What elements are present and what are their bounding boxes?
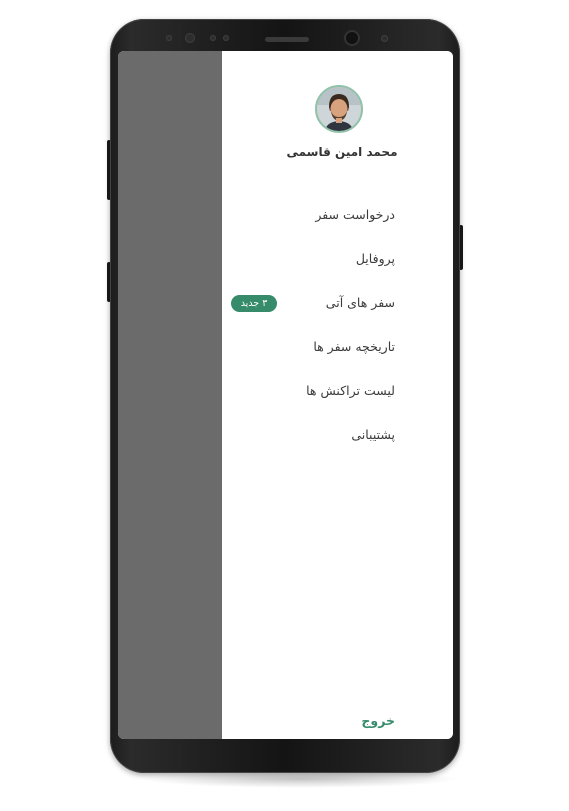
menu-item-profile[interactable]: پروفایل [356,251,395,266]
logout-button[interactable]: خروج [361,713,395,728]
user-name: محمد امین قاسمی [286,145,398,159]
menu-item-trip-history[interactable]: تاریخچه سفر ها [313,339,395,354]
menu-item-support[interactable]: پشتیبانی [351,427,395,442]
new-count-badge: ۳ جدید [231,295,277,312]
phone-sensor [381,35,388,42]
phone-speaker [265,37,309,42]
phone-sensor [210,35,216,41]
phone-sensor [185,33,195,43]
phone-sensor [166,35,172,41]
menu-item-transactions[interactable]: لیست تراکنش ها [306,383,395,398]
avatar-photo [317,87,361,131]
phone-sensor [223,35,229,41]
phone-screen: محمد امین قاسمی درخواست سفر پروفایل سفر … [118,51,453,739]
drawer-scrim[interactable] [118,51,222,739]
phone-frame: محمد امین قاسمی درخواست سفر پروفایل سفر … [110,19,460,773]
menu-item-upcoming-trips[interactable]: سفر های آتی [326,295,395,310]
avatar[interactable] [315,85,363,133]
front-camera [346,32,358,44]
menu-item-trip-request[interactable]: درخواست سفر [315,207,395,222]
navigation-drawer: محمد امین قاسمی درخواست سفر پروفایل سفر … [222,51,453,739]
